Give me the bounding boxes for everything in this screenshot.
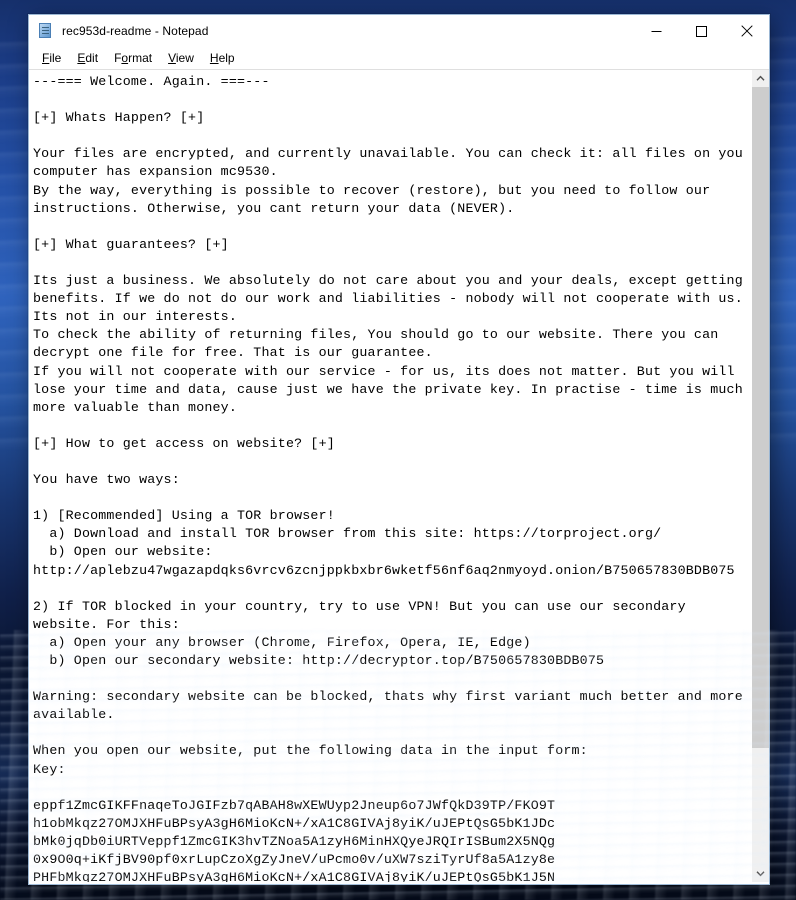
scroll-down-button[interactable] [752, 865, 769, 882]
document-text[interactable]: ---=== Welcome. Again. ===--- [+] Whats … [33, 73, 751, 882]
scroll-up-button[interactable] [752, 70, 769, 87]
window-controls [634, 15, 769, 47]
close-button[interactable] [724, 15, 769, 47]
menu-help-mnemonic: H [209, 50, 219, 65]
menu-item-edit[interactable]: Edit [69, 49, 106, 68]
window-title: rec953d-readme - Notepad [62, 24, 209, 38]
minimize-button[interactable] [634, 15, 679, 47]
chevron-down-icon [756, 871, 765, 877]
menu-edit-rest: dit [85, 50, 99, 65]
menu-bar: File Edit Format View Help [29, 47, 769, 69]
menu-view-rest: iew [175, 50, 194, 65]
menu-item-file[interactable]: File [34, 49, 69, 68]
text-editor[interactable]: ---=== Welcome. Again. ===--- [+] Whats … [29, 70, 751, 882]
window-bottom-edge [29, 882, 769, 884]
scrollbar-thumb[interactable] [752, 87, 769, 749]
menu-view-mnemonic: V [168, 50, 176, 65]
menu-file-rest: ile [49, 50, 62, 65]
menu-item-help[interactable]: Help [202, 49, 243, 68]
notepad-icon [38, 23, 54, 39]
notepad-window: rec953d-readme - Notepad File Edit Forma… [28, 14, 770, 885]
menu-item-format[interactable]: Format [106, 49, 160, 68]
maximize-button[interactable] [679, 15, 724, 47]
menu-format-rest: rmat [128, 50, 153, 65]
text-region: ---=== Welcome. Again. ===--- [+] Whats … [29, 69, 769, 882]
maximize-icon [696, 25, 707, 37]
vertical-scrollbar[interactable] [751, 70, 769, 882]
title-bar[interactable]: rec953d-readme - Notepad [29, 15, 769, 47]
chevron-up-icon [756, 75, 765, 81]
desktop-background: rec953d-readme - Notepad File Edit Forma… [0, 0, 796, 900]
minimize-icon [651, 30, 662, 32]
scrollbar-track[interactable] [752, 87, 769, 865]
close-icon [740, 25, 753, 37]
menu-item-view[interactable]: View [160, 49, 202, 68]
menu-help-rest: elp [218, 50, 235, 65]
